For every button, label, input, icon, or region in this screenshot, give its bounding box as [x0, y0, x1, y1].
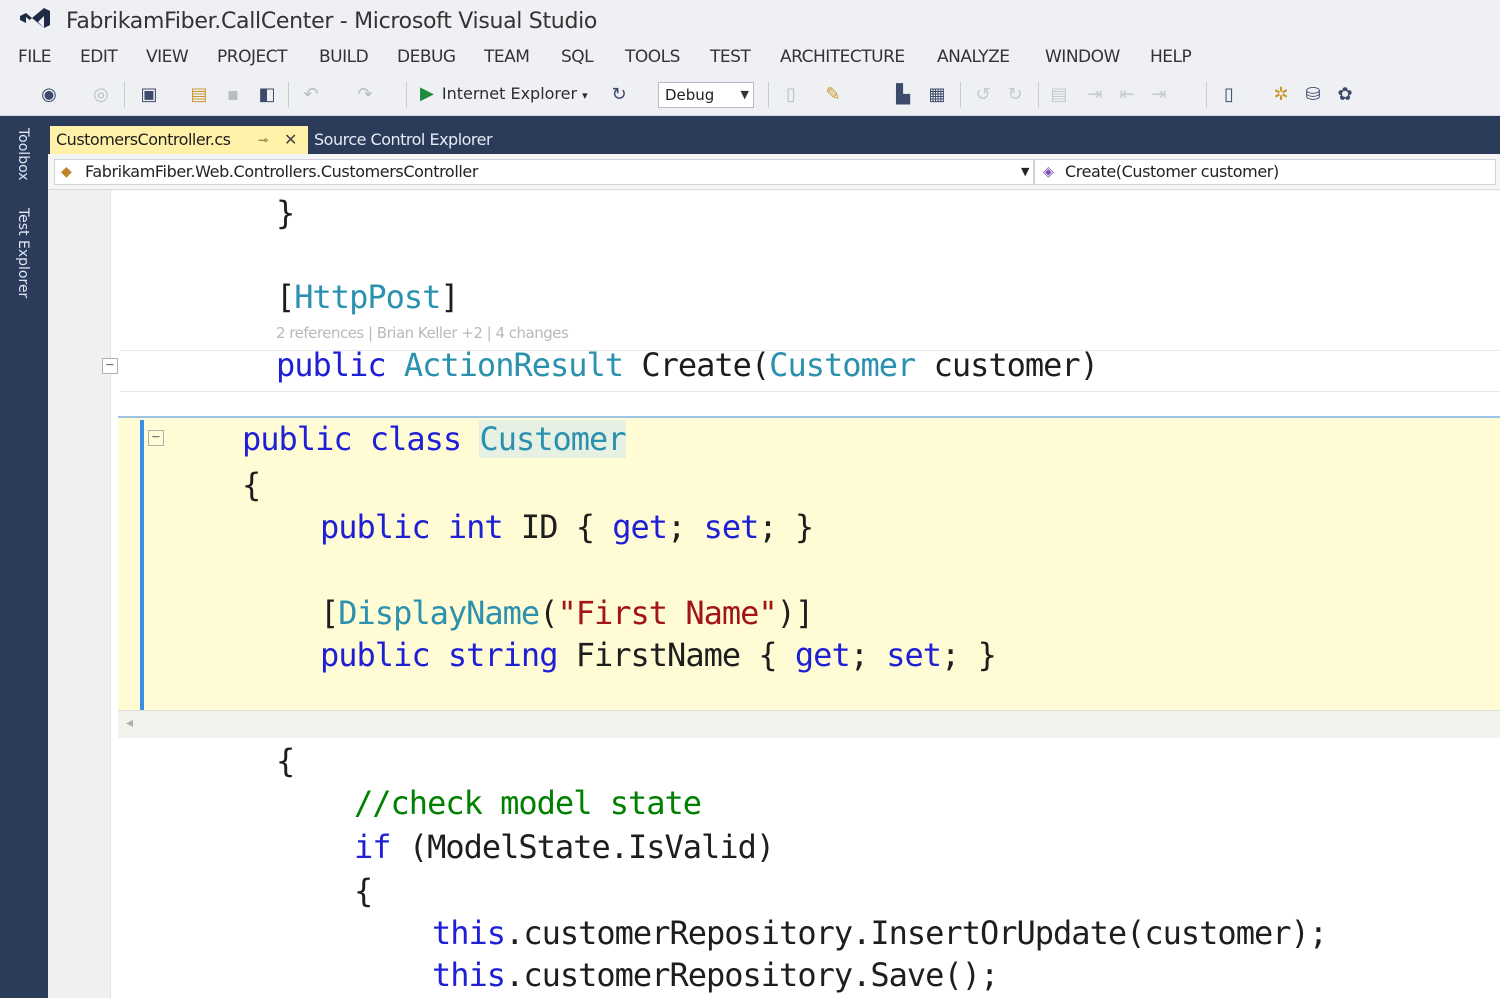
pin-icon[interactable]: ⊸ — [258, 126, 268, 154]
toolbox-tab[interactable]: Toolbox — [15, 128, 31, 181]
outdent-icon[interactable]: ⇥ — [1148, 84, 1170, 106]
step-over-icon[interactable]: ↺ — [972, 84, 994, 106]
code-line-insert: this.customerRepository.InsertOrUpdate(c… — [432, 914, 1328, 952]
type-dropdown[interactable]: ◆ FabrikamFiber.Web.Controllers.Customer… — [54, 159, 1034, 185]
toolbar-separator — [1206, 82, 1207, 108]
toolbar-separator — [960, 82, 961, 108]
new-item-icon[interactable]: ▯ — [1218, 84, 1240, 106]
test-explorer-tab[interactable]: Test Explorer — [15, 208, 31, 298]
standard-toolbar: ◉ ◎ ▣ ▤ ▪ ◧ ↶ ↷ ▶ Internet Explorer ▾ ↻ D… — [0, 74, 1500, 116]
chevron-down-icon: ▼ — [1020, 165, 1029, 178]
peek-horizontal-scrollbar[interactable]: ◂ — [118, 710, 1500, 738]
navigate-forward-icon[interactable]: ◎ — [90, 84, 112, 106]
menu-architecture[interactable]: ARCHITECTURE — [780, 47, 905, 67]
peek-definition-panel[interactable]: − public class Customer { public int ID … — [118, 416, 1500, 738]
close-icon[interactable]: ✕ — [284, 126, 297, 154]
collapse-icon[interactable]: − — [102, 358, 118, 374]
side-tool-strip: Toolbox Test Explorer — [0, 116, 48, 998]
uncomment-icon[interactable]: ⇥ — [1084, 84, 1106, 106]
chevron-down-icon: ▼ — [740, 88, 749, 101]
code-line-save: this.customerRepository.Save(); — [432, 956, 999, 994]
peek-line-firstname: public string FirstName { get; set; } — [320, 636, 997, 674]
code-line-attribute: [HttpPost] — [276, 278, 460, 316]
class-icon: ◆ — [61, 164, 72, 180]
tab-label: CustomersController.cs — [56, 130, 231, 149]
indent-icon[interactable]: ⇤ — [1116, 84, 1138, 106]
visual-studio-logo-icon — [20, 8, 50, 28]
comment-icon[interactable]: ▤ — [1048, 84, 1070, 106]
scroll-left-icon[interactable]: ◂ — [126, 715, 133, 731]
member-dropdown[interactable]: ◈ Create(Customer customer) — [1034, 159, 1496, 185]
type-path: FabrikamFiber.Web.Controllers.CustomersC… — [85, 162, 479, 181]
menu-analyze[interactable]: ANALYZE — [937, 47, 1010, 67]
new-project-icon[interactable]: ▣ — [138, 84, 160, 106]
code-line-if: if (ModelState.IsValid) — [354, 828, 775, 866]
solution-configuration-select[interactable]: Debug ▼ — [658, 82, 754, 108]
method-icon: ◈ — [1043, 164, 1054, 180]
title-bar: FabrikamFiber.CallCenter - Microsoft Vis… — [0, 0, 1500, 44]
member-name: Create(Customer customer) — [1065, 162, 1279, 181]
code-line-body-open: { — [276, 742, 295, 780]
configuration-value: Debug — [665, 86, 715, 104]
open-file-icon[interactable]: ▤ — [188, 84, 210, 106]
toolbar-separator — [124, 82, 125, 108]
code-line-signature: public ActionResult Create(Customer cust… — [276, 346, 1099, 384]
extensions-icon[interactable]: ✿ — [1334, 84, 1356, 106]
play-icon: ▶ — [420, 83, 434, 104]
refresh-icon[interactable]: ↻ — [608, 84, 630, 106]
undo-icon[interactable]: ↶ — [300, 84, 322, 106]
find-in-files-icon[interactable]: ▯ — [780, 84, 802, 106]
code-line: } — [276, 194, 295, 232]
peek-accent-bar — [140, 420, 144, 710]
menu-window[interactable]: WINDOW — [1045, 47, 1120, 67]
peek-line-class: public class Customer — [242, 420, 627, 458]
toolbar-separator — [288, 82, 289, 108]
server-explorer-icon[interactable]: ⛁ — [1302, 84, 1324, 106]
gutter-divider — [110, 190, 111, 998]
menu-team[interactable]: TEAM — [484, 47, 530, 67]
codelens-info[interactable]: 2 references | Brian Keller +2 | 4 chang… — [276, 324, 569, 342]
team-explorer-icon[interactable]: ✲ — [1270, 84, 1292, 106]
toolbar-separator — [1038, 82, 1039, 108]
peek-line-displayname: [DisplayName("First Name")] — [320, 594, 814, 632]
menu-sql[interactable]: SQL — [561, 47, 594, 67]
window-title: FabrikamFiber.CallCenter - Microsoft Vis… — [66, 9, 598, 34]
menu-edit[interactable]: EDIT — [80, 47, 118, 67]
start-debugging-button[interactable]: ▶ Internet Explorer ▾ — [420, 83, 588, 104]
toolbar-separator — [768, 82, 769, 108]
code-line-inner-open: { — [354, 872, 373, 910]
properties-icon[interactable]: ▦ — [926, 84, 948, 106]
code-line-comment: //check model state — [354, 784, 702, 822]
save-all-icon[interactable]: ◧ — [256, 84, 278, 106]
menu-tools[interactable]: TOOLS — [625, 47, 680, 67]
peek-line-brace: { — [242, 466, 261, 504]
menu-project[interactable]: PROJECT — [217, 47, 287, 67]
bookmark-icon[interactable]: ✎ — [822, 84, 844, 106]
tab-source-control-explorer[interactable]: Source Control Explorer — [310, 126, 493, 154]
redo-icon[interactable]: ↷ — [354, 84, 376, 106]
menu-bar: FILE EDIT VIEW PROJECT BUILD DEBUG TEAM … — [0, 44, 1500, 74]
step-into-icon[interactable]: ↻ — [1004, 84, 1026, 106]
collapse-icon[interactable]: − — [148, 430, 164, 446]
navigate-back-icon[interactable]: ◉ — [38, 84, 60, 106]
code-editor[interactable]: } [HttpPost] 2 references | Brian Keller… — [48, 190, 1500, 998]
menu-debug[interactable]: DEBUG — [397, 47, 456, 67]
menu-view[interactable]: VIEW — [146, 47, 189, 67]
save-icon[interactable]: ▪ — [222, 84, 244, 106]
solution-explorer-icon[interactable]: ▙ — [892, 84, 914, 106]
menu-build[interactable]: BUILD — [319, 47, 369, 67]
menu-test[interactable]: TEST — [710, 47, 751, 67]
document-tab-bar: CustomersController.cs ⊸ ✕ Source Contro… — [48, 116, 1500, 154]
tab-customers-controller[interactable]: CustomersController.cs ⊸ ✕ — [50, 126, 308, 154]
navigation-bar: ◆ FabrikamFiber.Web.Controllers.Customer… — [48, 154, 1500, 190]
menu-file[interactable]: FILE — [18, 47, 52, 67]
menu-help[interactable]: HELP — [1150, 47, 1192, 67]
editor-gutter — [48, 190, 110, 998]
run-target-label: Internet Explorer — [441, 84, 578, 103]
toolbar-separator — [406, 82, 407, 108]
peek-line-id: public int ID { get; set; } — [320, 508, 814, 546]
